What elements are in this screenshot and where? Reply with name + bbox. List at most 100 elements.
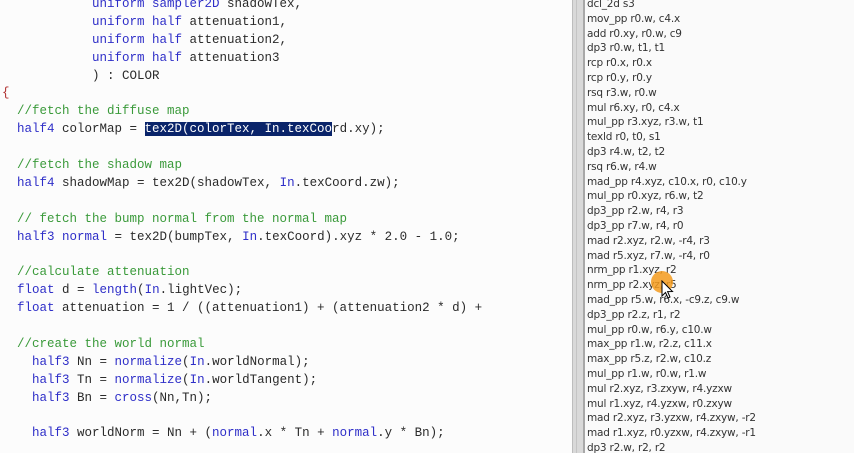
code-line[interactable]: half3 Nn = normalize(In.worldNormal); bbox=[2, 354, 482, 372]
assembly-instruction[interactable]: rcp r0.y, r0.y bbox=[587, 71, 756, 86]
assembly-output-list[interactable]: dcl_2d s3 mov_pp r0.w, c4.x add r0.xy, r0.… bbox=[585, 0, 854, 453]
assembly-instruction[interactable]: dp3_pp r2.z, r1, r2 bbox=[587, 308, 756, 323]
assembly-instruction[interactable]: dp3_pp r2.w, r4, r3 bbox=[587, 204, 756, 219]
code-token: rd.xy); bbox=[332, 122, 385, 137]
code-line[interactable]: { bbox=[2, 85, 482, 103]
code-token: shadowMap = tex2D(shadowTex, bbox=[54, 175, 280, 190]
assembly-instruction[interactable]: mul_pp r1.w, r0.w, r1.w bbox=[587, 367, 756, 382]
code-line[interactable]: uniform half attenuation1, bbox=[2, 14, 482, 32]
code-keyword: half3 bbox=[2, 390, 70, 405]
code-line[interactable] bbox=[2, 318, 482, 336]
code-keyword: normal bbox=[332, 426, 378, 441]
assembly-instruction[interactable]: mad r5.xyz, r7.w, -r4, r0 bbox=[587, 249, 756, 264]
code-token: Bn = bbox=[69, 390, 115, 405]
code-keyword: In bbox=[242, 229, 258, 244]
pane-splitter[interactable] bbox=[572, 0, 585, 453]
code-token: Tn = bbox=[69, 372, 115, 387]
code-token: .lightVec); bbox=[159, 283, 243, 298]
code-token: ) : COLOR bbox=[2, 68, 160, 83]
code-line[interactable]: float d = length(In.lightVec); bbox=[2, 282, 482, 300]
code-line[interactable]: half3 normal = tex2D(bumpTex, In.texCoor… bbox=[2, 229, 482, 247]
code-line[interactable]: uniform sampler2D shadowTex, bbox=[2, 0, 482, 14]
code-keyword: half4 bbox=[2, 122, 55, 137]
code-comment: //fetch the shadow map bbox=[2, 158, 183, 173]
assembly-instruction[interactable]: mad r2.xyz, r3.yzxw, r4.zxyw, -r2 bbox=[587, 411, 756, 426]
code-line[interactable]: //create the world normal bbox=[2, 336, 482, 354]
code-line[interactable]: ) : COLOR bbox=[2, 68, 482, 86]
assembly-instruction[interactable]: mov_pp r0.w, c4.x bbox=[587, 12, 756, 27]
code-token: worldNorm = Nn + ( bbox=[69, 426, 213, 441]
code-keyword: In bbox=[279, 175, 295, 190]
assembly-instruction[interactable]: mul r2.xyz, r3.zxyw, r4.yzxw bbox=[587, 382, 756, 397]
code-text[interactable]: uniform sampler2D shadowTex, uniform hal… bbox=[2, 0, 482, 443]
code-comment: // fetch the bump normal from the normal… bbox=[2, 211, 348, 226]
code-line[interactable]: float attenuation = 1 / ((attenuation1) … bbox=[2, 300, 482, 318]
code-line[interactable]: half3 Tn = normalize(In.worldTangent); bbox=[2, 372, 482, 390]
code-token: ( bbox=[137, 283, 145, 298]
splitter-line bbox=[576, 0, 577, 453]
code-token: attenuation = 1 / ((attenuation1) + (att… bbox=[54, 301, 483, 316]
assembly-instruction[interactable]: mad r2.xyz, r2.w, -r4, r3 bbox=[587, 234, 756, 249]
assembly-instruction[interactable]: mul r1.xyz, r4.yzxw, r0.zxyw bbox=[587, 397, 756, 412]
code-keyword: half3 bbox=[2, 354, 70, 369]
code-line[interactable]: // fetch the bump normal from the normal… bbox=[2, 211, 482, 229]
code-keyword: half3 bbox=[2, 372, 70, 387]
code-token: { bbox=[2, 86, 10, 101]
code-line[interactable] bbox=[2, 193, 482, 211]
code-token: attenuation1, bbox=[182, 14, 288, 29]
shader-source-editor[interactable]: uniform sampler2D shadowTex, uniform hal… bbox=[0, 0, 572, 453]
code-token: .texCoord).xyz * 2.0 - 1.0; bbox=[257, 229, 460, 244]
assembly-instruction[interactable]: mul_pp r0.w, r6.y, c10.w bbox=[587, 323, 756, 338]
code-token: = tex2D(bumpTex, bbox=[107, 229, 243, 244]
code-keyword: uniform half bbox=[2, 14, 183, 29]
code-token: d = bbox=[54, 283, 93, 298]
code-token: attenuation2, bbox=[182, 32, 288, 47]
code-keyword: cross bbox=[114, 390, 153, 405]
code-line[interactable]: half4 colorMap = tex2D(colorTex, In.texC… bbox=[2, 121, 482, 139]
code-line[interactable]: //calculate attenuation bbox=[2, 264, 482, 282]
assembly-instruction[interactable]: mul_pp r0.xyz, r6.w, t2 bbox=[587, 189, 756, 204]
assembly-instruction[interactable]: dp3 r4.w, t2, t2 bbox=[587, 145, 756, 160]
assembly-instruction[interactable]: add r0.xy, r0.w, c9 bbox=[587, 27, 756, 42]
code-token: attenuation3 bbox=[182, 50, 280, 65]
code-keyword: float bbox=[2, 283, 55, 298]
code-token: shadowTex, bbox=[219, 0, 303, 11]
assembly-instruction[interactable]: mad r1.xyz, r0.yzxw, r4.zxyw, -r1 bbox=[587, 426, 756, 441]
code-line[interactable]: //fetch the diffuse map bbox=[2, 103, 482, 121]
selected-text: tex2D(colorTex, In.texCoo bbox=[144, 122, 333, 137]
assembly-instruction[interactable]: mul_pp r3.xyz, r3.w, t1 bbox=[587, 115, 756, 130]
code-keyword: length bbox=[92, 283, 138, 298]
assembly-lines: dcl_2d s3 mov_pp r0.w, c4.x add r0.xy, r0.… bbox=[587, 0, 756, 453]
code-keyword: normalize bbox=[114, 372, 183, 387]
assembly-instruction[interactable]: dp3_pp r7.w, r4, r0 bbox=[587, 219, 756, 234]
code-comment: //fetch the diffuse map bbox=[2, 104, 190, 119]
code-token: .worldNormal); bbox=[204, 354, 310, 369]
assembly-instruction[interactable]: rsq r6.w, r4.w bbox=[587, 160, 756, 175]
assembly-instruction[interactable]: dcl_2d s3 bbox=[587, 0, 756, 12]
assembly-instruction[interactable]: rsq r3.w, r0.w bbox=[587, 86, 756, 101]
code-line[interactable]: half3 Bn = cross(Nn,Tn); bbox=[2, 390, 482, 408]
code-token: colorMap = bbox=[54, 122, 145, 137]
assembly-instruction[interactable]: mul r6.xy, r0, c4.x bbox=[587, 101, 756, 116]
code-line[interactable]: half3 worldNorm = Nn + (normal.x * Tn + … bbox=[2, 425, 482, 443]
assembly-instruction[interactable]: max_pp r5.z, r2.w, c10.z bbox=[587, 352, 756, 367]
code-line[interactable]: uniform half attenuation3 bbox=[2, 50, 482, 68]
code-line[interactable]: uniform half attenuation2, bbox=[2, 32, 482, 50]
code-token: Nn = bbox=[69, 354, 115, 369]
code-line[interactable]: //fetch the shadow map bbox=[2, 157, 482, 175]
code-comment: //calculate attenuation bbox=[2, 265, 190, 280]
assembly-instruction[interactable]: texld r0, t0, s1 bbox=[587, 130, 756, 145]
code-keyword: In bbox=[189, 354, 205, 369]
code-line[interactable]: half4 shadowMap = tex2D(shadowTex, In.te… bbox=[2, 175, 482, 193]
code-line[interactable] bbox=[2, 139, 482, 157]
assembly-instruction[interactable]: dp3 r2.w, r2, r2 bbox=[587, 441, 756, 453]
code-token: .texCoord.zw); bbox=[294, 175, 400, 190]
code-keyword: uniform half bbox=[2, 32, 183, 47]
assembly-instruction[interactable]: mad_pp r4.xyz, c10.x, r0, c10.y bbox=[587, 175, 756, 190]
assembly-instruction[interactable]: rcp r0.x, r0.x bbox=[587, 56, 756, 71]
code-keyword: uniform half bbox=[2, 50, 183, 65]
assembly-instruction[interactable]: dp3 r0.w, t1, t1 bbox=[587, 41, 756, 56]
code-line[interactable] bbox=[2, 246, 482, 264]
code-line[interactable] bbox=[2, 407, 482, 425]
assembly-instruction[interactable]: max_pp r1.w, r2.z, c11.x bbox=[587, 337, 756, 352]
